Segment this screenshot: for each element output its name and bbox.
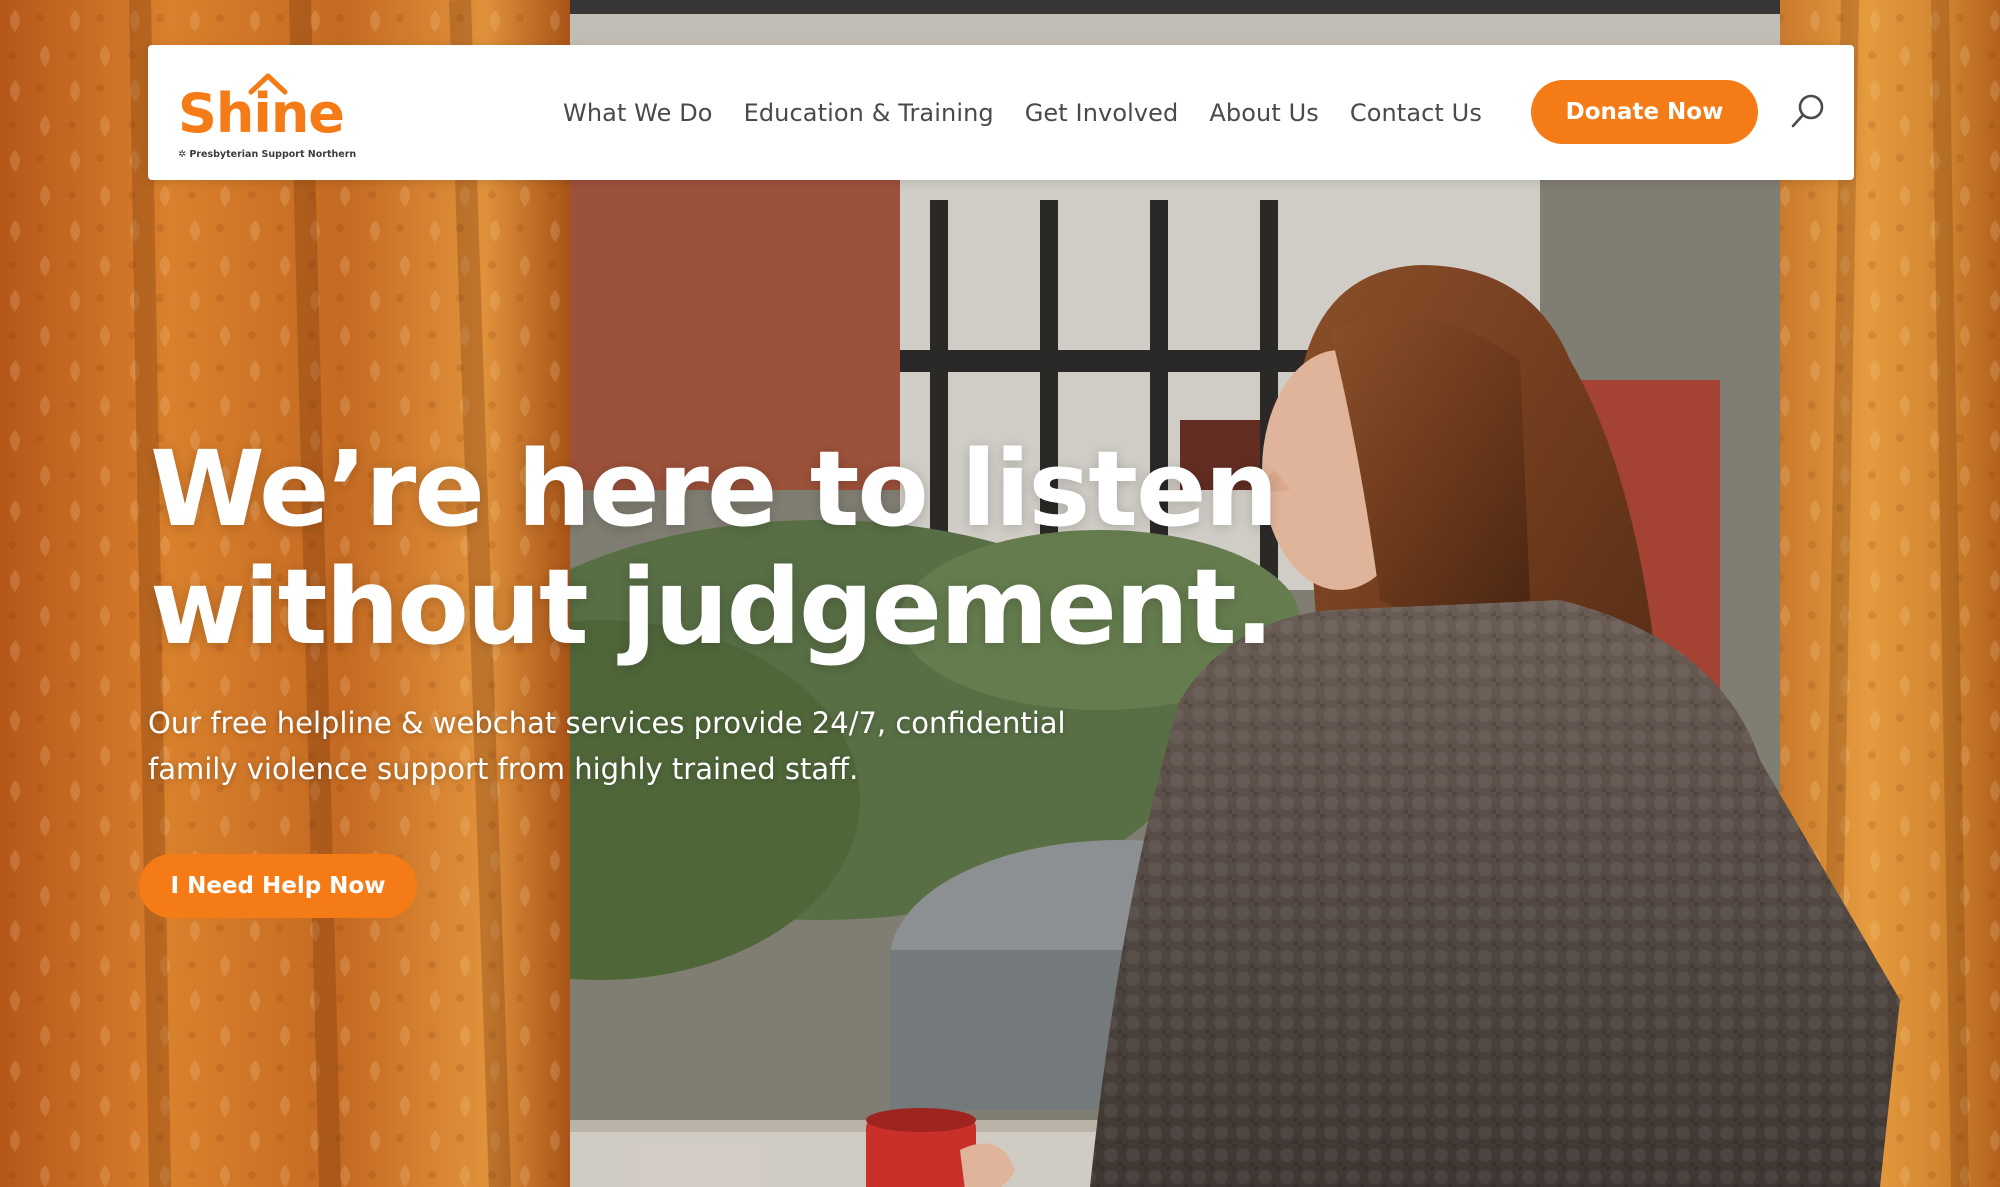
logo-tagline-text: Presbyterian Support Northern [189,149,357,160]
nav-item-what-we-do[interactable]: What We Do [563,99,713,127]
main-nav: What We Do Education & Training Get Invo… [563,45,1482,180]
hero-title: We’re here to listen without judgement. [150,430,1350,666]
hero-title-line-1: We’re here to listen [150,428,1279,550]
nav-item-education-training[interactable]: Education & Training [744,99,994,127]
hero-title-line-2: without judgement. [150,546,1274,668]
i-need-help-now-button[interactable]: I Need Help Now [139,854,417,918]
nav-item-get-involved[interactable]: Get Involved [1025,99,1179,127]
burning-bush-icon: ✲ [178,149,187,160]
site-header: Shine ✲ Presbyterian Support Northern Wh… [148,45,1854,180]
hero-subtitle-line-2: family violence support from highly trai… [148,752,859,786]
nav-item-about-us[interactable]: About Us [1209,99,1318,127]
shine-logo[interactable]: Shine ✲ Presbyterian Support Northern [178,67,368,167]
nav-item-contact-us[interactable]: Contact Us [1350,99,1482,127]
donate-now-button[interactable]: Donate Now [1531,80,1758,144]
search-icon[interactable] [1788,91,1828,131]
logo-wordmark: Shine [178,82,345,145]
hero-subtitle-line-1: Our free helpline & webchat services pro… [148,706,1066,740]
logo-tagline: ✲ Presbyterian Support Northern [178,149,356,160]
hero-subtitle: Our free helpline & webchat services pro… [148,700,1148,792]
